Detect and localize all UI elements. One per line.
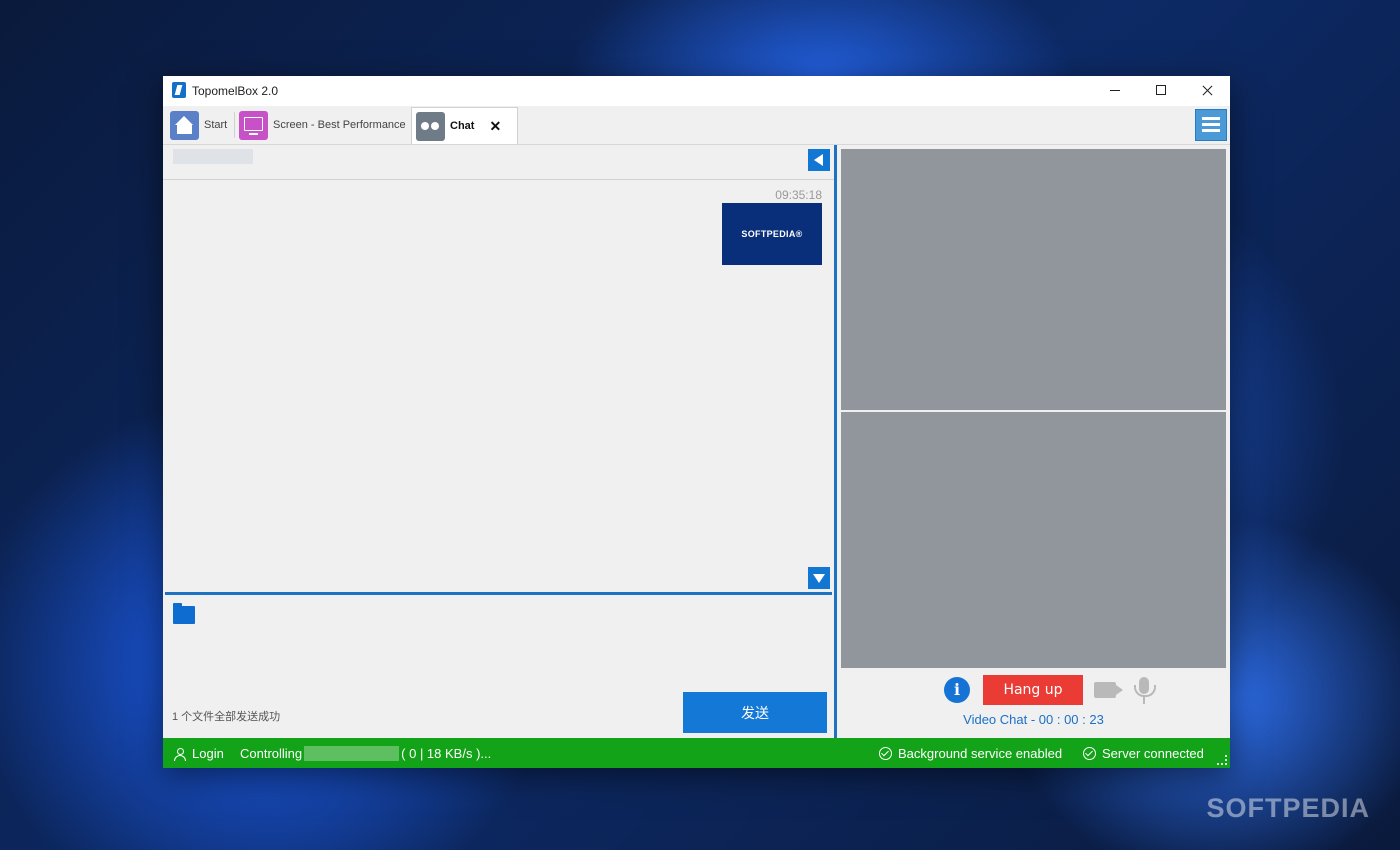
video-panel: i Hang up Video Chat - 00 : 00 : 23 bbox=[837, 145, 1230, 738]
send-button[interactable]: 发送 bbox=[683, 692, 827, 733]
maximize-button[interactable] bbox=[1138, 76, 1184, 106]
tab-chat-label: Chat bbox=[450, 120, 475, 132]
hang-up-button[interactable]: Hang up bbox=[983, 675, 1083, 705]
scroll-down-button[interactable] bbox=[808, 567, 830, 589]
remote-video bbox=[841, 149, 1226, 410]
minimize-button[interactable] bbox=[1092, 76, 1138, 106]
login-label: Login bbox=[192, 746, 224, 761]
collapse-panel-button[interactable] bbox=[808, 149, 830, 171]
peer-name-redacted bbox=[173, 149, 253, 164]
image-message-text: SOFTPEDIA® bbox=[741, 229, 803, 239]
tab-divider bbox=[234, 112, 235, 138]
chat-panel: 09:35:18 SOFTPEDIA® 1 个文件全部发送成功 发送 bbox=[163, 145, 834, 738]
header-divider bbox=[163, 179, 834, 180]
app-window: TopomelBox 2.0 Start Screen - Best Perfo… bbox=[163, 76, 1230, 768]
camera-icon[interactable] bbox=[1094, 682, 1116, 698]
image-message[interactable]: SOFTPEDIA® bbox=[722, 203, 822, 265]
file-status-text: 1 个文件全部发送成功 bbox=[172, 711, 281, 723]
user-icon bbox=[174, 747, 186, 761]
local-video bbox=[841, 412, 1226, 668]
tab-start[interactable]: Start bbox=[170, 108, 227, 142]
controlling-item: Controlling ( 0 | 18 KB/s )... bbox=[240, 746, 491, 761]
title-bar: TopomelBox 2.0 bbox=[163, 76, 1230, 106]
background-service-status: Background service enabled bbox=[879, 746, 1062, 761]
close-window-button[interactable] bbox=[1184, 76, 1230, 106]
input-splitter[interactable] bbox=[165, 592, 832, 595]
close-tab-icon[interactable]: ✕ bbox=[489, 118, 501, 135]
check-circle-icon bbox=[1083, 747, 1096, 760]
watermark: SOFTPEDIA bbox=[1206, 793, 1370, 823]
home-icon bbox=[170, 110, 199, 140]
controlling-prefix: Controlling bbox=[240, 746, 303, 761]
server-status: Server connected bbox=[1083, 746, 1204, 761]
server-status-label: Server connected bbox=[1102, 746, 1204, 761]
tab-chat[interactable]: Chat ✕ bbox=[411, 107, 518, 144]
message-timestamp: 09:35:18 bbox=[775, 188, 822, 202]
window-title: TopomelBox 2.0 bbox=[192, 84, 279, 98]
tab-screen-label: Screen - Best Performance bbox=[273, 119, 406, 131]
menu-list-button[interactable] bbox=[1195, 109, 1227, 141]
tab-screen[interactable]: Screen - Best Performance bbox=[239, 108, 406, 142]
folder-icon[interactable] bbox=[173, 603, 195, 624]
controlling-stats: ( 0 | 18 KB/s )... bbox=[401, 746, 492, 761]
tab-bar: Start Screen - Best Performance Chat ✕ bbox=[163, 106, 1230, 145]
microphone-icon[interactable] bbox=[1134, 677, 1156, 704]
check-circle-icon bbox=[879, 747, 892, 760]
background-service-label: Background service enabled bbox=[898, 746, 1063, 761]
info-icon[interactable]: i bbox=[944, 677, 970, 703]
app-logo-icon bbox=[172, 82, 186, 98]
login-item[interactable]: Login bbox=[174, 746, 224, 761]
redacted-id bbox=[304, 746, 400, 761]
chat-icon bbox=[416, 111, 445, 141]
tab-start-label: Start bbox=[204, 119, 228, 131]
monitor-icon bbox=[239, 110, 268, 140]
video-chat-timer: Video Chat - 00 : 00 : 23 bbox=[963, 712, 1104, 727]
resize-grip-icon[interactable] bbox=[1217, 755, 1227, 765]
status-bar: Login Controlling ( 0 | 18 KB/s )... Bac… bbox=[163, 738, 1230, 768]
